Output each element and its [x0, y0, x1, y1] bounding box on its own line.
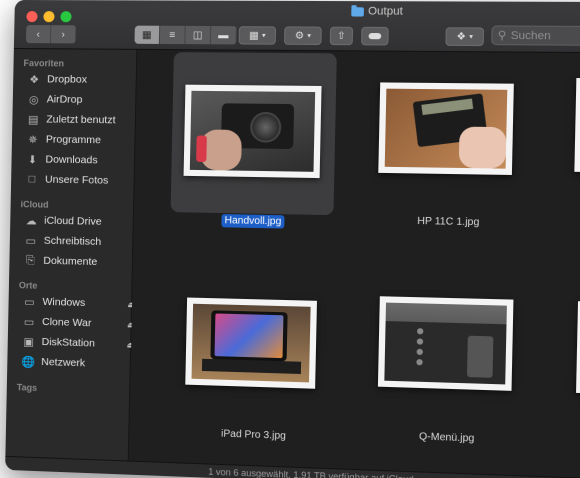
column-view-icon[interactable]: ◫	[185, 25, 212, 45]
sidebar-item-windows[interactable]: ▭ Windows ⏏	[22, 292, 135, 313]
section-favorites: Favoriten	[23, 58, 65, 69]
group-icon: ▦	[248, 29, 259, 42]
chevron-down-icon: ▾	[469, 33, 473, 41]
recents-icon: ▤	[28, 113, 39, 126]
gallery-view-icon[interactable]: ▬	[210, 26, 237, 45]
zoom-button[interactable]	[60, 11, 72, 23]
sidebar-item-desktop[interactable]: ▭ Schreibtisch	[24, 231, 102, 251]
sidebar-item-downloads[interactable]: ⬇ Downloads	[25, 150, 98, 169]
action-button[interactable]: ⚙ ▾	[284, 26, 322, 46]
sidebar-item-airdrop[interactable]: ◎ AirDrop	[27, 90, 83, 109]
dropbox-button[interactable]: ❖ ▾	[445, 27, 485, 47]
list-view-icon[interactable]: ≡	[159, 25, 186, 45]
file-grid: Handvoll.jpg HP 11C 1.jpg iPad Pro 3.jpg	[128, 49, 580, 478]
server-icon: ▣	[23, 335, 35, 349]
gear-icon: ⚙	[294, 30, 305, 42]
file-name[interactable]: Q-Menü.jpg	[419, 431, 475, 444]
downloads-icon: ⬇	[27, 153, 38, 166]
sidebar-item-recents[interactable]: ▤ Zuletzt benutzt	[26, 110, 116, 129]
sidebar-item-documents[interactable]: ⎘ Dokumente	[23, 251, 97, 271]
search-input[interactable]: Suchen	[511, 29, 551, 42]
file-thumbnail[interactable]	[377, 296, 514, 391]
close-button[interactable]	[26, 11, 38, 23]
airdrop-icon: ◎	[28, 93, 39, 106]
window-title: Output	[351, 5, 403, 18]
sidebar-item-network[interactable]: 🌐 Netzwerk	[21, 352, 85, 372]
share-icon: ⇧	[336, 30, 346, 42]
file-thumbnail[interactable]	[574, 78, 580, 174]
dropbox-icon: ❖	[29, 73, 40, 86]
chevron-right-icon[interactable]: ›	[50, 25, 77, 44]
file-thumbnail[interactable]	[378, 82, 514, 175]
section-icloud: iCloud	[20, 199, 49, 210]
sidebar-item-unsere-fotos[interactable]: □ Unsere Fotos	[25, 170, 109, 189]
dropbox-icon: ❖	[456, 30, 467, 43]
search-icon: ⚲	[497, 29, 507, 43]
chevron-left-icon[interactable]: ‹	[25, 25, 52, 44]
sidebar: Favoriten ❖ Dropbox ◎ AirDrop ▤ Zuletzt …	[5, 48, 138, 464]
sidebar-item-diskstation[interactable]: ▣ DiskStation ⏏	[22, 332, 134, 353]
sidebar-item-dropbox[interactable]: ❖ Dropbox	[27, 70, 87, 89]
sidebar-item-icloud-drive[interactable]: ☁ iCloud Drive	[24, 211, 102, 231]
file-thumbnail[interactable]	[576, 301, 580, 396]
chevron-down-icon: ▾	[261, 32, 266, 40]
nav-buttons: ‹ ›	[25, 25, 77, 44]
icon-view-icon[interactable]: ▦	[134, 25, 161, 44]
desktop-icon: ▭	[25, 234, 37, 248]
applications-icon: ✵	[28, 133, 38, 146]
tag-icon	[368, 33, 382, 40]
section-tags: Tags	[16, 382, 38, 393]
file-thumbnail[interactable]	[183, 84, 322, 179]
group-button[interactable]: ▦ ▾	[238, 26, 277, 45]
document-icon: ⎘	[25, 253, 35, 267]
disk-icon: ▭	[24, 295, 35, 309]
cloud-icon: ☁	[25, 214, 37, 228]
sidebar-item-applications[interactable]: ✵ Programme	[26, 130, 101, 149]
search-field[interactable]: ⚲ Suchen	[491, 25, 580, 47]
sidebar-item-clone-war[interactable]: ▭ Clone War ⏏	[22, 312, 135, 333]
file-thumbnail[interactable]	[185, 297, 317, 389]
share-button[interactable]: ⇧	[329, 26, 354, 46]
toolbar: Output ‹ › ▦ ≡ ◫ ▬ ▦ ▾ ⚙ ▾ ⇧ ❖ ▾ ⚲ Suche…	[13, 0, 580, 54]
file-name[interactable]: iPad Pro 3.jpg	[221, 428, 286, 441]
disk-icon: ▭	[23, 315, 35, 329]
tag-button[interactable]	[361, 26, 389, 46]
view-mode-selector: ▦ ≡ ◫ ▬	[134, 25, 237, 45]
folder-icon: □	[28, 173, 36, 186]
file-name[interactable]: HP 11C 1.jpg	[417, 216, 479, 229]
network-icon: 🌐	[21, 355, 36, 369]
folder-icon	[351, 6, 364, 17]
chevron-down-icon: ▾	[307, 32, 311, 40]
section-locations: Orte	[18, 280, 38, 291]
finder-window: Output ‹ › ▦ ≡ ◫ ▬ ▦ ▾ ⚙ ▾ ⇧ ❖ ▾ ⚲ Suche…	[5, 0, 580, 478]
minimize-button[interactable]	[43, 11, 55, 23]
file-name[interactable]: Handvoll.jpg	[221, 214, 285, 229]
